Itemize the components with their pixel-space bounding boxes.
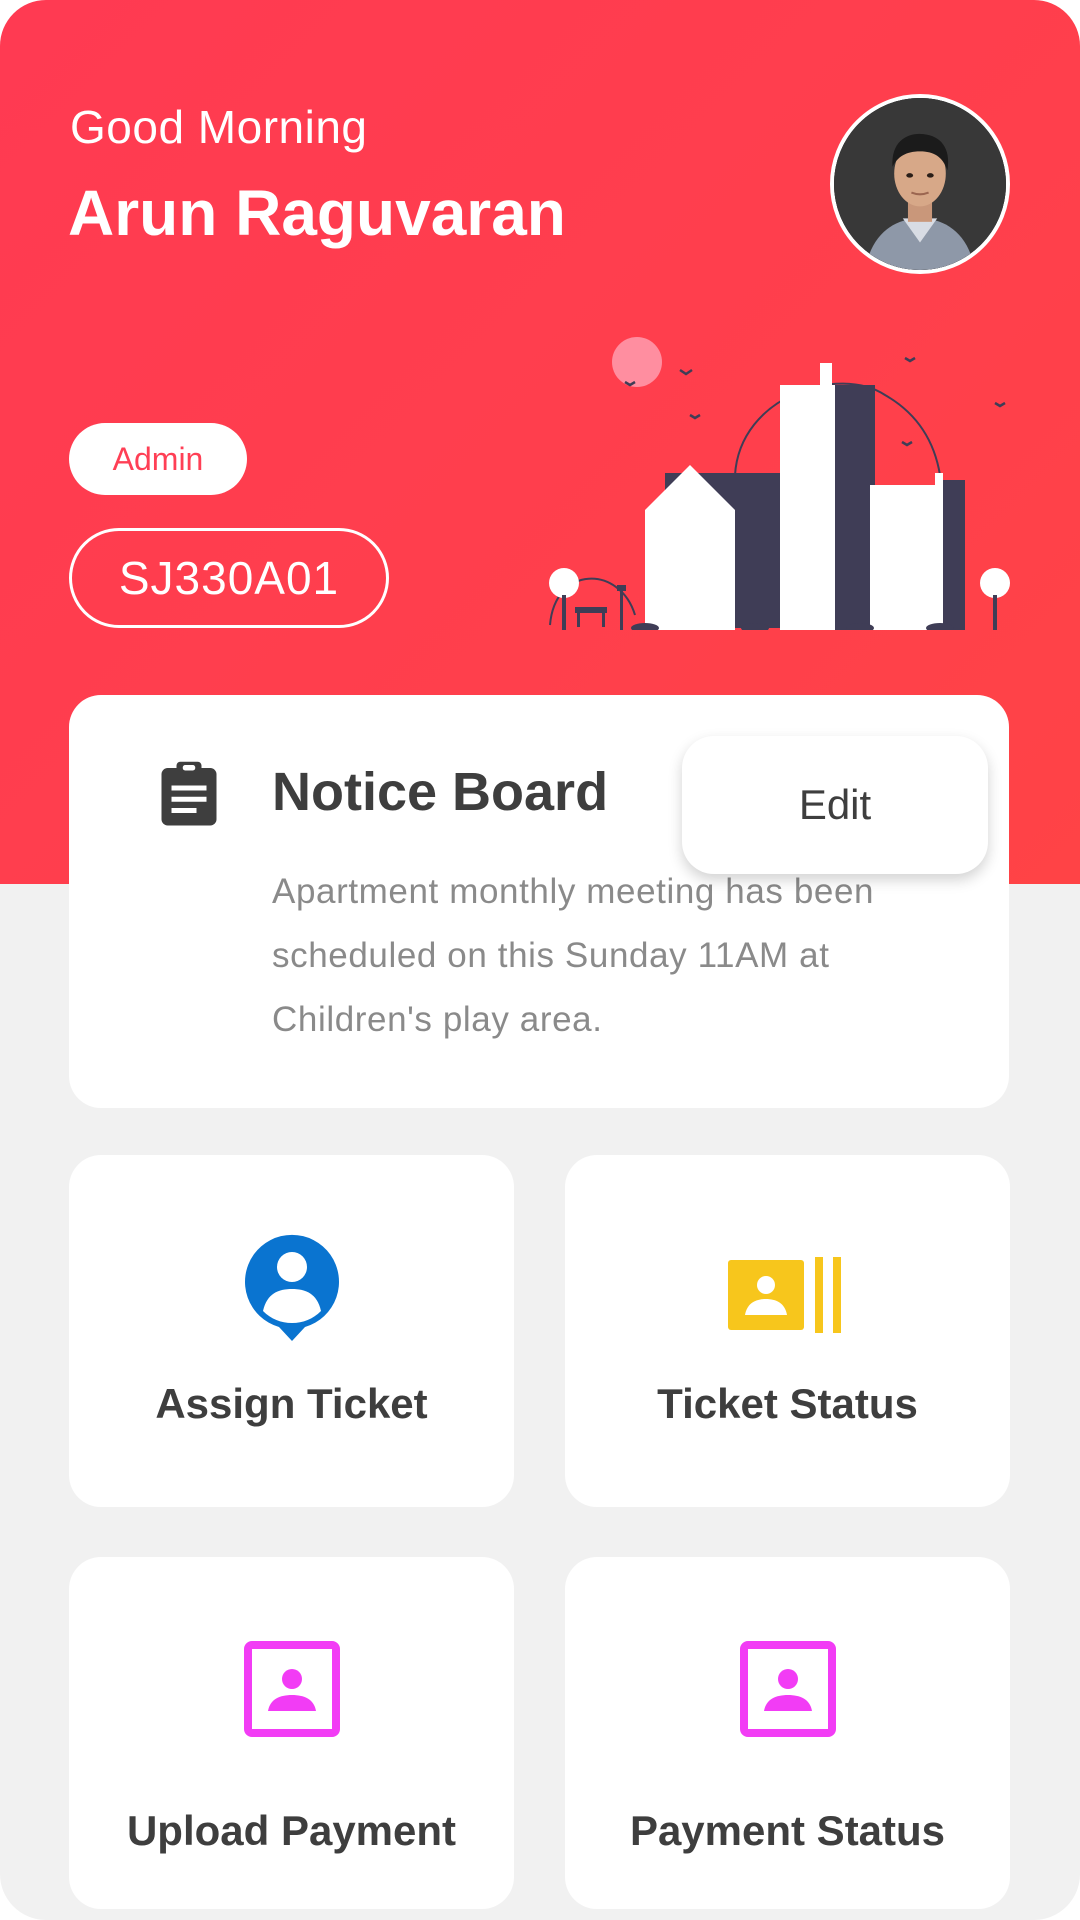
payment-status-label: Payment Status: [629, 1807, 946, 1854]
city-illustration-icon: [549, 337, 1010, 630]
edit-notice-button[interactable]: Edit: [682, 736, 988, 874]
user-pin-icon: [244, 1234, 339, 1341]
ticket-status-tile[interactable]: Ticket Status: [565, 1155, 1010, 1507]
user-name: Arun Raguvaran: [68, 177, 566, 249]
notice-board-title: Notice Board: [272, 762, 609, 822]
assign-ticket-tile[interactable]: Assign Ticket: [69, 1155, 514, 1507]
portrait-icon: [243, 1641, 340, 1737]
role-badge: Admin: [69, 423, 247, 495]
greeting-text: Good Morning: [70, 101, 368, 153]
avatar-photo-icon: [834, 98, 1006, 270]
upload-payment-label: Upload Payment: [126, 1807, 457, 1854]
avatar[interactable]: [830, 94, 1010, 274]
assign-ticket-label: Assign Ticket: [155, 1380, 428, 1427]
upload-payment-tile[interactable]: Upload Payment: [69, 1557, 514, 1909]
portrait-icon: [739, 1641, 836, 1737]
notice-message: Apartment monthly meeting has been sched…: [272, 872, 875, 1039]
clipboard-icon: [161, 761, 217, 826]
id-card-icon: [727, 1257, 841, 1333]
payment-status-tile[interactable]: Payment Status: [565, 1557, 1010, 1909]
unit-id-badge: SJ330A01: [69, 528, 389, 628]
ticket-status-label: Ticket Status: [657, 1380, 918, 1427]
app-screen: Good Morning Arun Raguvaran Admin SJ330A…: [0, 0, 1080, 1920]
